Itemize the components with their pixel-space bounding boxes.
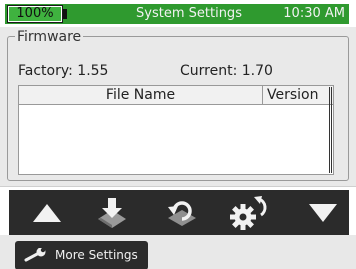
factory-version: Factory: 1.55 — [18, 63, 109, 79]
firmware-update-button[interactable] — [222, 190, 278, 235]
undo-icon — [168, 200, 196, 226]
down-arrow-icon — [309, 203, 337, 222]
up-arrow-icon — [33, 203, 61, 222]
table-scrollbar[interactable] — [329, 87, 332, 173]
status-bar: 100% System Settings 10:30 AM — [0, 0, 356, 27]
more-settings-label: More Settings — [55, 248, 138, 262]
battery-label: 100% — [16, 6, 54, 21]
column-header-version[interactable]: Version — [264, 86, 328, 104]
download-button[interactable] — [84, 190, 140, 235]
scroll-down-button[interactable] — [295, 190, 351, 235]
bottom-bar: More Settings — [0, 235, 356, 269]
table-header: File Name Version — [19, 86, 333, 105]
firmware-panel: Firmware Factory: 1.55 Current: 1.70 Fil… — [0, 27, 356, 187]
firmware-file-table[interactable]: File Name Version — [18, 85, 334, 175]
settings-refresh-icon — [230, 195, 267, 230]
firmware-legend: Firmware — [15, 28, 84, 46]
clock: 10:30 AM — [283, 6, 345, 21]
wrench-icon — [24, 248, 46, 262]
more-settings-button[interactable]: More Settings — [15, 241, 148, 269]
battery-terminal — [63, 9, 67, 19]
scroll-up-button[interactable] — [19, 190, 75, 235]
screen-title: System Settings — [136, 6, 242, 21]
action-toolbar — [9, 190, 349, 235]
download-icon — [98, 197, 126, 228]
current-version: Current: 1.70 — [180, 63, 273, 79]
undo-button[interactable] — [153, 190, 209, 235]
battery-indicator: 100% — [7, 5, 63, 23]
column-header-file-name[interactable]: File Name — [19, 86, 263, 104]
